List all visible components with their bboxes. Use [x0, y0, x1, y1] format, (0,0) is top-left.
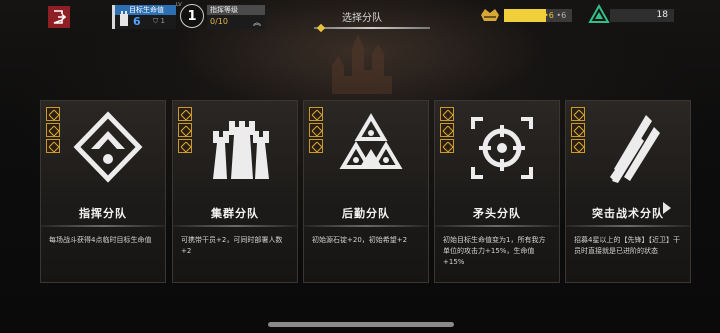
card-badges: [309, 107, 323, 153]
hope-bar: 18: [610, 9, 674, 22]
ingot-value: •6 •6: [544, 11, 567, 20]
shield-icon: ⛉: [153, 17, 159, 25]
card-description: 初始目标生命值变为1，所有我方单位的攻击力+15%，生命值+15%: [443, 236, 546, 266]
card-title: 指挥分队: [79, 207, 127, 220]
card-title: 矛头分队: [473, 207, 521, 220]
scroll-right-arrow[interactable]: [663, 202, 671, 214]
badge-icon: [309, 123, 323, 137]
card-badges: [46, 107, 60, 153]
squad-card-spearhead[interactable]: 矛头分队 初始目标生命值变为1，所有我方单位的攻击力+15%，生命值+15%: [434, 100, 560, 283]
blades-icon: [610, 115, 660, 183]
card-badges: [571, 107, 585, 153]
page-title: 选择分队: [342, 13, 382, 24]
back-button[interactable]: [48, 6, 70, 28]
badge-icon: [440, 123, 454, 137]
badge-icon: [309, 107, 323, 121]
card-description: 每场战斗获得4点临时目标生命值: [49, 236, 152, 244]
card-divider: [173, 225, 297, 227]
hope-icon: [588, 4, 610, 23]
exit-icon: [53, 10, 66, 24]
home-indicator[interactable]: [268, 322, 454, 327]
card-divider: [41, 225, 165, 227]
level-label: 指挥等级: [207, 5, 265, 15]
ingot-icon: [481, 9, 499, 21]
card-description: 招募4星以上的【先锋】【近卫】干员时直接就是已进阶的状态: [574, 236, 680, 255]
squad-card-assault[interactable]: 突击战术分队 招募4星以上的【先锋】【近卫】干员时直接就是已进阶的状态: [565, 100, 691, 283]
badge-icon: [571, 107, 585, 121]
card-description: 初始源石锭+20，初始希望+2: [312, 236, 408, 244]
squad-card-cluster[interactable]: 集群分队 可携带干员+2，可同时部署人数+2: [172, 100, 298, 283]
card-description: 可携带干员+2，可同时部署人数+2: [181, 236, 283, 255]
badge-icon: [309, 139, 323, 153]
badge-icon: [571, 123, 585, 137]
badge-icon: [571, 139, 585, 153]
title-underline: [314, 27, 430, 29]
triangles-icon: [339, 113, 403, 169]
badge-icon: [440, 139, 454, 153]
level-prefix: LV: [176, 2, 182, 8]
squad-card-logistics[interactable]: 后勤分队 初始源石锭+20，初始希望+2: [303, 100, 429, 283]
badge-icon: [46, 123, 60, 137]
level-progress: 0/10: [210, 17, 228, 26]
level-panel: 指挥等级 0/10 ︽: [207, 5, 265, 29]
target-hp-panel: 目标生命值 6 ⛉ 1: [112, 5, 176, 29]
card-title: 集群分队: [211, 207, 259, 220]
target-hp-value: 6: [133, 15, 141, 28]
badge-icon: [178, 123, 192, 137]
card-divider: [304, 225, 428, 227]
target-sub-value: ⛉ 1: [153, 17, 165, 25]
squad-card-command[interactable]: 指挥分队 每场战斗获得4点临时目标生命值: [40, 100, 166, 283]
hope-value: 18: [656, 10, 668, 20]
card-title: 突击战术分队: [592, 207, 664, 220]
card-badges: [440, 107, 454, 153]
badge-icon: [46, 139, 60, 153]
card-divider: [435, 225, 559, 227]
card-divider: [566, 225, 690, 227]
castle-towers-icon: [213, 121, 269, 179]
ingot-bar-fill: [504, 9, 547, 22]
badge-icon: [46, 107, 60, 121]
badge-icon: [440, 107, 454, 121]
chevron-up-icon: ︽: [253, 18, 261, 27]
castle-silhouette: [332, 34, 392, 94]
diamond-eye-icon: [73, 111, 143, 183]
card-title: 后勤分队: [342, 207, 390, 220]
card-badges: [178, 107, 192, 153]
tower-icon: [120, 11, 128, 26]
badge-icon: [178, 107, 192, 121]
crosshair-icon: [471, 117, 533, 179]
badge-icon: [178, 139, 192, 153]
level-badge: 1: [180, 4, 204, 28]
